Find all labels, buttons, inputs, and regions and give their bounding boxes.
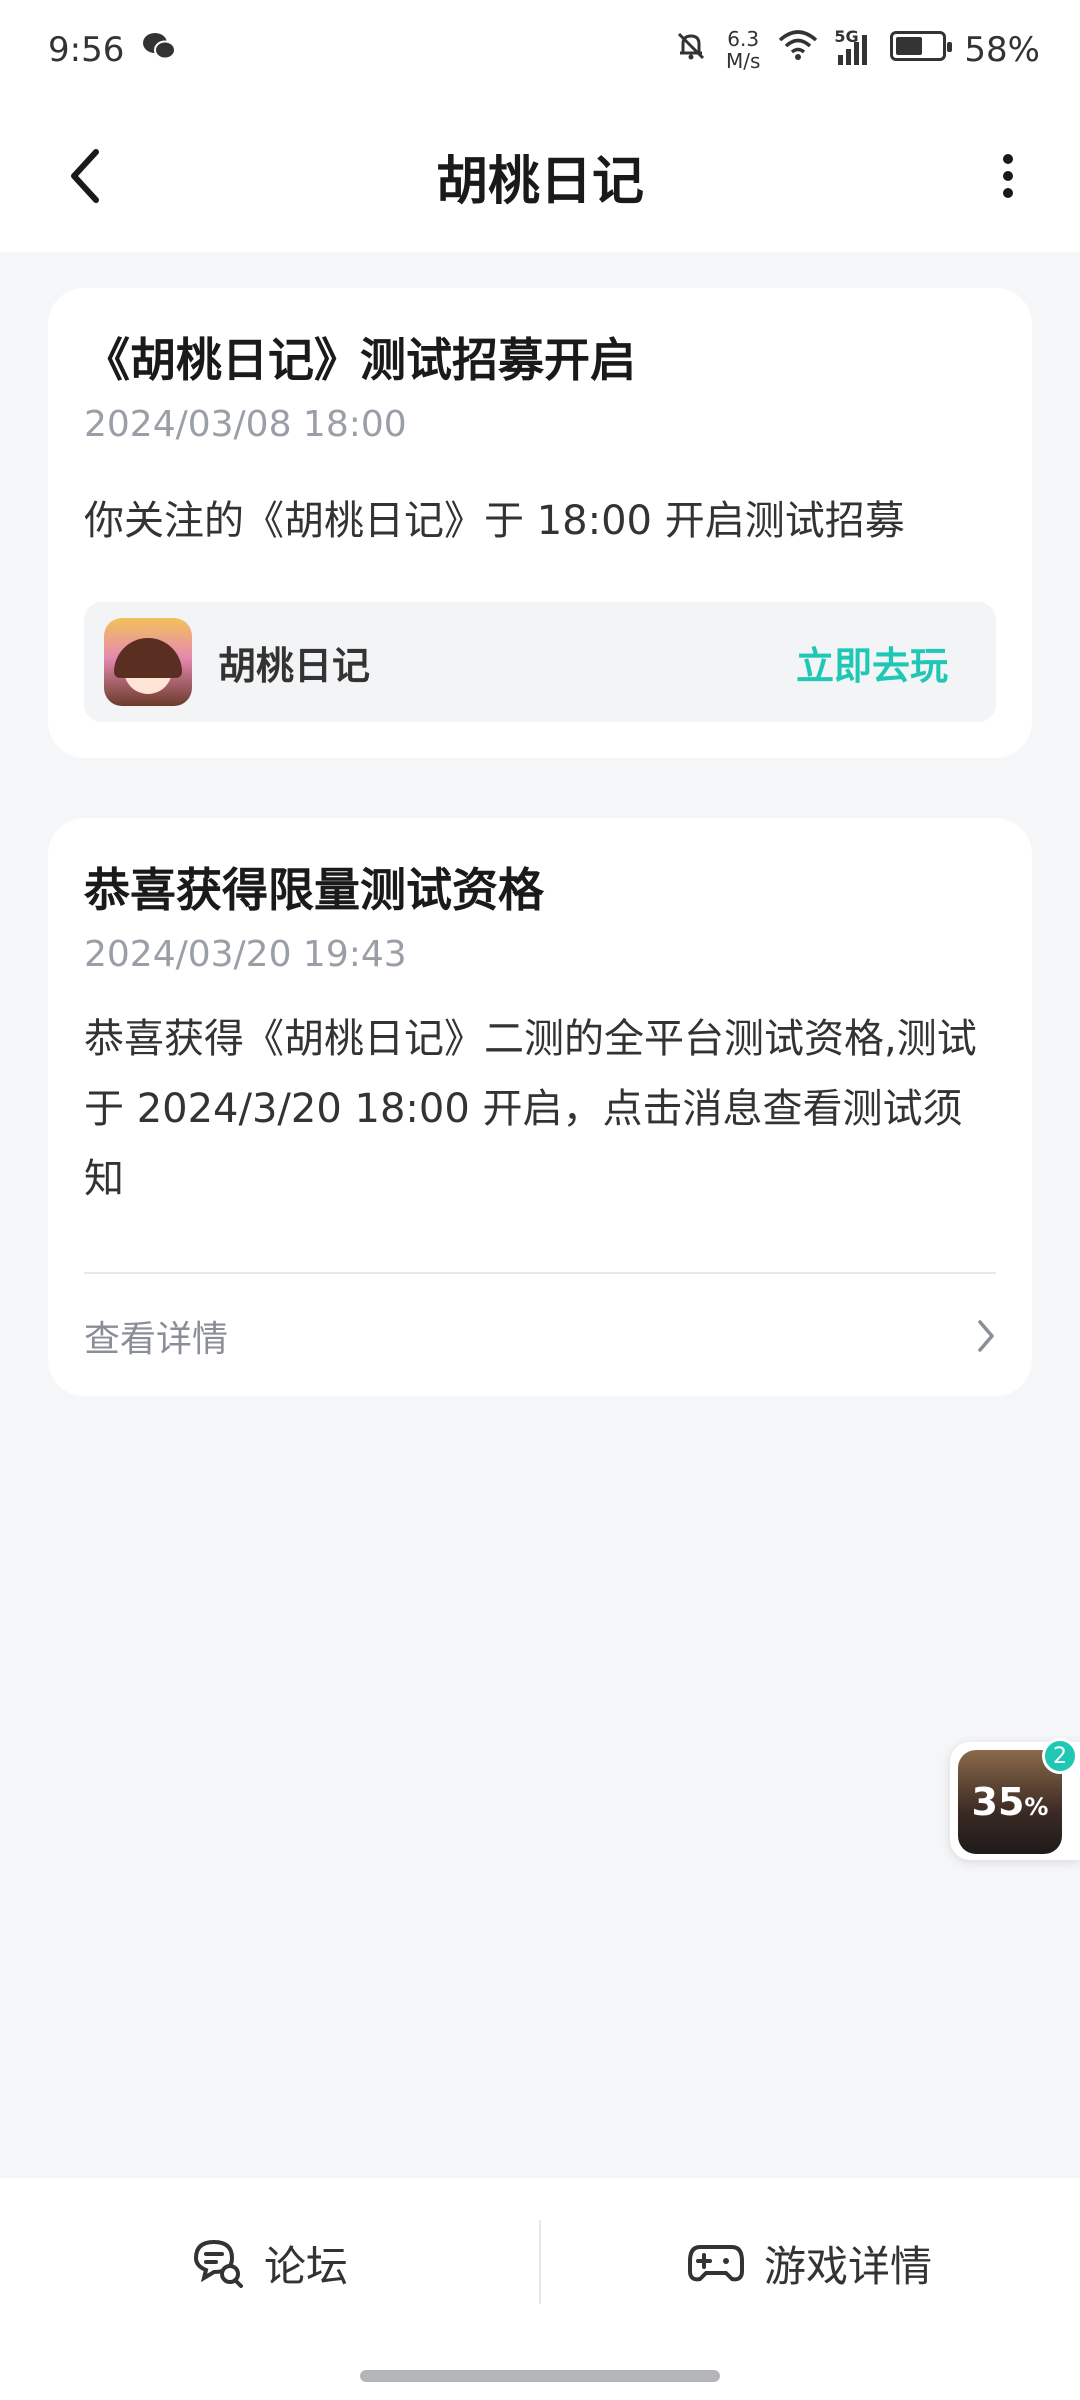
chevron-right-icon [978,1320,994,1352]
play-now-button[interactable]: 立即去玩 [796,635,948,690]
network-type-label: 5G [834,27,859,46]
forum-icon [193,2239,243,2288]
game-icon [104,618,192,706]
wechat-icon [142,30,177,70]
download-percent-value: 35 [971,1780,1025,1824]
app-header: 胡桃日记 [0,100,1080,252]
notification-badge: 2 [1042,1738,1078,1774]
message-time: 2024/03/20 19:43 [84,934,407,975]
wifi-icon [778,29,818,71]
signal-icon: 5G [834,27,872,67]
game-details-label: 游戏详情 [763,2241,932,2291]
game-entry[interactable]: 胡桃日记 立即去玩 [84,602,996,722]
message-card-recruitment[interactable]: 《胡桃日记》测试招募开启 2024/03/08 18:00 你关注的《胡桃日记》… [48,288,1032,758]
message-body: 你关注的《胡桃日记》于 18:00 开启测试招募 [84,498,905,544]
more-options-button[interactable] [976,140,1040,212]
message-body: 恭喜获得《胡桃日记》二测的全平台测试资格,测试于 2024/3/20 18:00… [84,1016,977,1202]
mute-bell-icon [674,29,708,72]
view-details-link[interactable]: 查看详情 [84,1284,996,1388]
network-speed-unit: M/s [726,49,761,73]
forum-label: 论坛 [263,2241,348,2291]
message-card-qualification[interactable]: 恭喜获得限量测试资格 2024/03/20 19:43 恭喜获得《胡桃日记》二测… [48,818,1032,1396]
status-time: 9:56 [48,30,125,70]
more-vertical-icon [1003,154,1013,198]
battery-percent: 58% [964,30,1040,70]
download-percent: 35% [972,1780,1049,1824]
bottom-bar: 论坛 游戏详情 [0,2178,1080,2400]
download-percent-sign: % [1024,1793,1049,1821]
back-button[interactable] [54,140,118,212]
battery-icon [890,30,953,70]
status-bar: 9:56 6.3 M/s 5G 58% [0,0,1080,100]
chevron-left-icon [71,149,99,203]
home-indicator[interactable] [360,2370,720,2382]
game-name: 胡桃日记 [218,643,371,688]
message-title: 《胡桃日记》测试招募开启 [84,333,636,387]
network-speed-value: 6.3 [727,27,760,51]
download-progress-widget[interactable]: 35% 2 [950,1738,1080,1860]
divider [84,1272,996,1274]
view-details-label: 查看详情 [84,1319,229,1360]
gamepad-icon [687,2245,744,2282]
forum-button[interactable]: 论坛 [0,2178,540,2348]
message-time: 2024/03/08 18:00 [84,404,407,445]
page-title: 胡桃日记 [435,151,644,212]
message-title: 恭喜获得限量测试资格 [84,863,544,917]
network-speed: 6.3 M/s [726,28,760,72]
game-details-button[interactable]: 游戏详情 [540,2178,1080,2348]
